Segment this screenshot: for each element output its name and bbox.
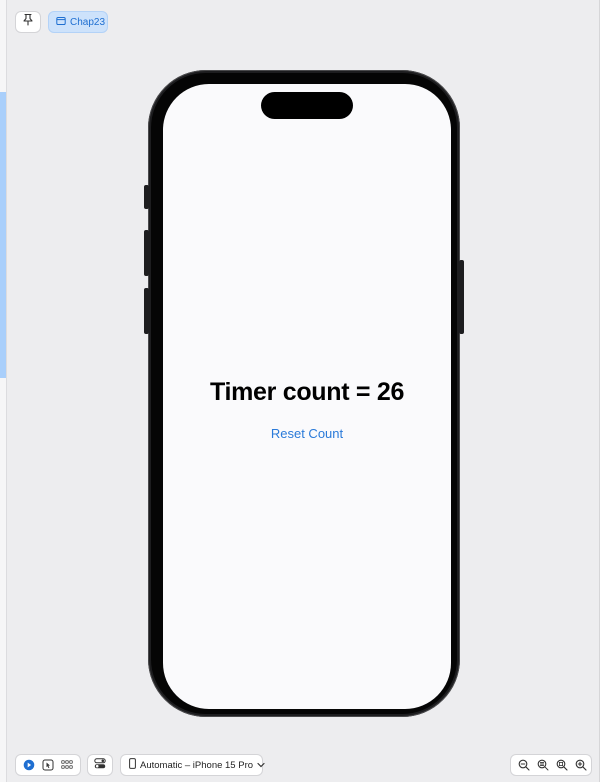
device-frame: Timer count = 26 Reset Count <box>144 70 464 717</box>
zoom-controls <box>510 754 592 776</box>
variants-grid-icon[interactable] <box>57 755 76 775</box>
dynamic-island <box>261 92 353 119</box>
preview-chip-label: Chap23 <box>70 16 106 28</box>
device-screen: Timer count = 26 Reset Count <box>163 84 451 709</box>
device-settings-button[interactable] <box>87 754 113 776</box>
phone-icon <box>129 758 136 772</box>
preview-mode-group <box>15 754 81 776</box>
selectable-icon[interactable] <box>38 755 57 775</box>
reset-count-button[interactable]: Reset Count <box>163 426 451 441</box>
pin-icon <box>22 13 34 31</box>
preview-window-icon <box>56 16 66 29</box>
volume-up-button <box>144 230 149 276</box>
device-selector-label: Automatic – iPhone 15 Pro <box>140 759 254 771</box>
zoom-to-fit-icon[interactable] <box>533 755 552 775</box>
left-selection-accent <box>0 92 6 378</box>
live-preview-icon[interactable] <box>19 755 38 775</box>
device-selector[interactable]: Automatic – iPhone 15 Pro <box>120 754 265 776</box>
preview-canvas: Chap23 Timer count = 26 Reset Count Auto… <box>0 0 600 782</box>
zoom-out-icon[interactable] <box>514 755 533 775</box>
timer-count-text: Timer count = 26 <box>209 378 405 406</box>
chevron-down-icon <box>257 760 265 771</box>
zoom-in-icon[interactable] <box>571 755 590 775</box>
pin-preview-button[interactable] <box>15 11 41 33</box>
volume-down-button <box>144 288 149 334</box>
action-button <box>144 185 149 209</box>
preview-chip[interactable]: Chap23 <box>48 11 108 33</box>
device-settings-icon <box>94 756 106 774</box>
zoom-100-icon[interactable] <box>552 755 571 775</box>
power-button <box>459 260 464 334</box>
device-bezel: Timer count = 26 Reset Count <box>151 73 457 714</box>
